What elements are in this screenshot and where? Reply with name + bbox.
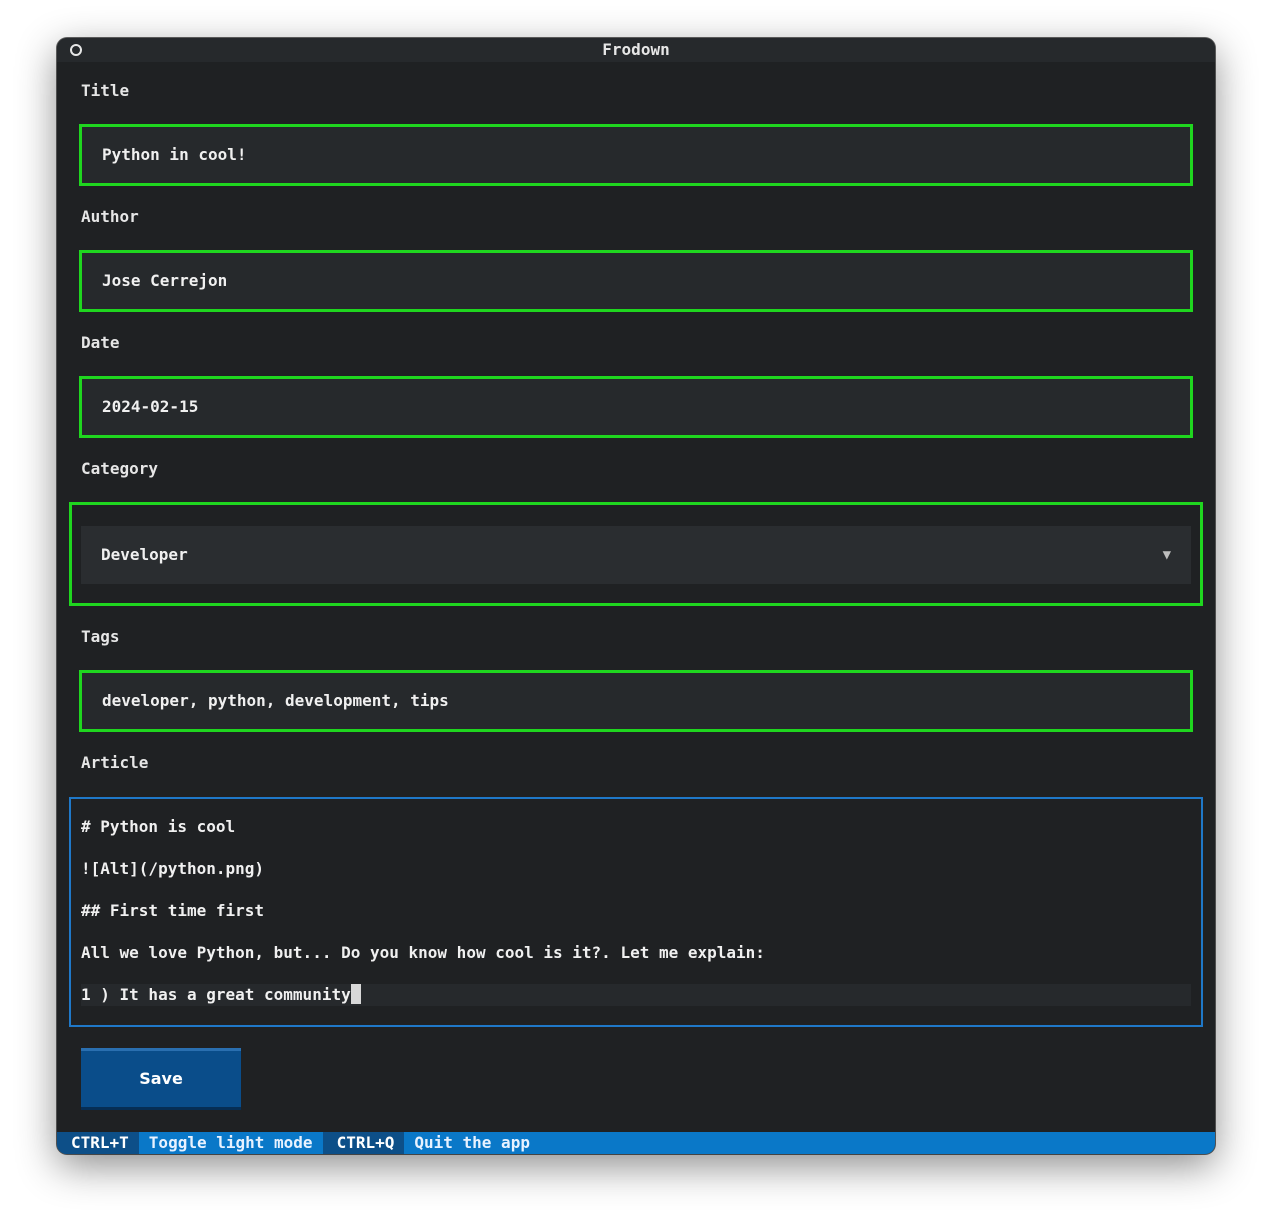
window-menu-icon[interactable]: [70, 44, 82, 56]
category-label: Category: [81, 459, 159, 478]
article-line: # Python is cool: [81, 817, 236, 836]
footer-desc-quit[interactable]: Quit the app: [404, 1132, 540, 1154]
article-line: 1 ) It has a great community: [81, 985, 351, 1004]
app-window: Frodown Title Python in cool! Author Jos…: [57, 38, 1215, 1154]
chevron-down-icon[interactable]: ▼: [1163, 526, 1171, 584]
title-label: Title: [81, 81, 130, 100]
tags-label: Tags: [81, 627, 120, 646]
author-label: Author: [81, 207, 139, 226]
tags-input[interactable]: developer, python, development, tips: [79, 670, 1193, 732]
article-line: ## First time first: [81, 901, 265, 920]
footer-key-toggle-light[interactable]: CTRL+T: [57, 1132, 139, 1154]
window-title: Frodown: [602, 40, 670, 59]
text-cursor: [350, 984, 361, 1004]
footer-desc-toggle-light[interactable]: Toggle light mode: [139, 1132, 323, 1154]
date-label: Date: [81, 333, 120, 352]
save-button[interactable]: Save: [81, 1048, 241, 1110]
title-bar: Frodown: [57, 38, 1215, 62]
article-textarea[interactable]: # Python is cool ![Alt](/python.png) ## …: [69, 797, 1203, 1027]
category-select-value[interactable]: Developer ▼: [81, 526, 1191, 584]
article-line: ![Alt](/python.png): [81, 859, 265, 878]
title-input[interactable]: Python in cool!: [79, 124, 1193, 186]
article-label: Article: [81, 753, 149, 772]
article-current-line: 1 ) It has a great community: [81, 984, 1191, 1006]
date-input[interactable]: 2024-02-15: [79, 376, 1193, 438]
footer-bar: CTRL+T Toggle light mode CTRL+Q Quit the ap…: [57, 1132, 1215, 1154]
author-input[interactable]: Jose Cerrejon: [79, 250, 1193, 312]
category-select[interactable]: Developer ▼: [69, 502, 1203, 606]
category-selected-text: Developer: [101, 545, 188, 564]
article-line: All we love Python, but... Do you know h…: [81, 943, 765, 962]
footer-key-quit[interactable]: CTRL+Q: [322, 1132, 405, 1154]
